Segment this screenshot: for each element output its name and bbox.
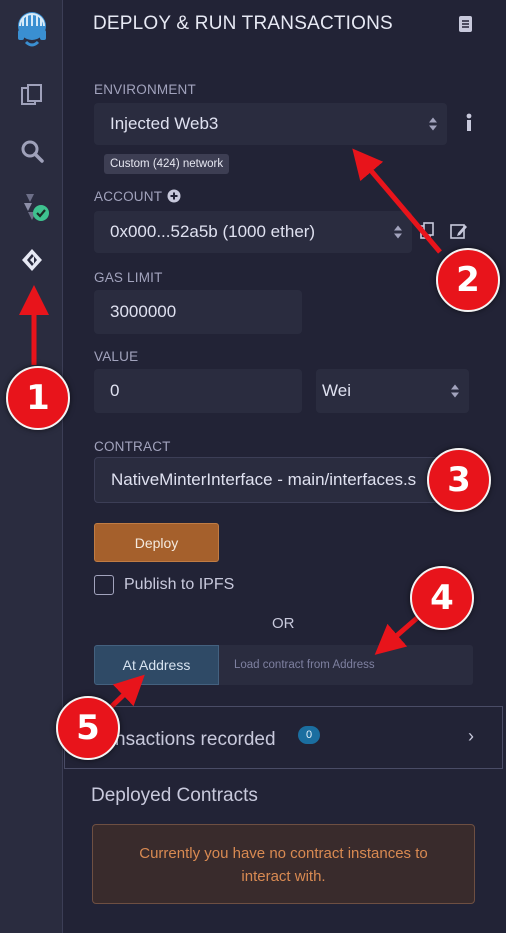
annotation-step-2: 2 (436, 248, 500, 312)
arrow-5 (108, 674, 145, 710)
annotation-step-5: 5 (56, 696, 120, 760)
arrow-2 (352, 148, 442, 254)
annotation-step-4: 4 (410, 566, 474, 630)
annotation-step-1: 1 (6, 366, 70, 430)
annotation-step-3: 3 (427, 448, 491, 512)
